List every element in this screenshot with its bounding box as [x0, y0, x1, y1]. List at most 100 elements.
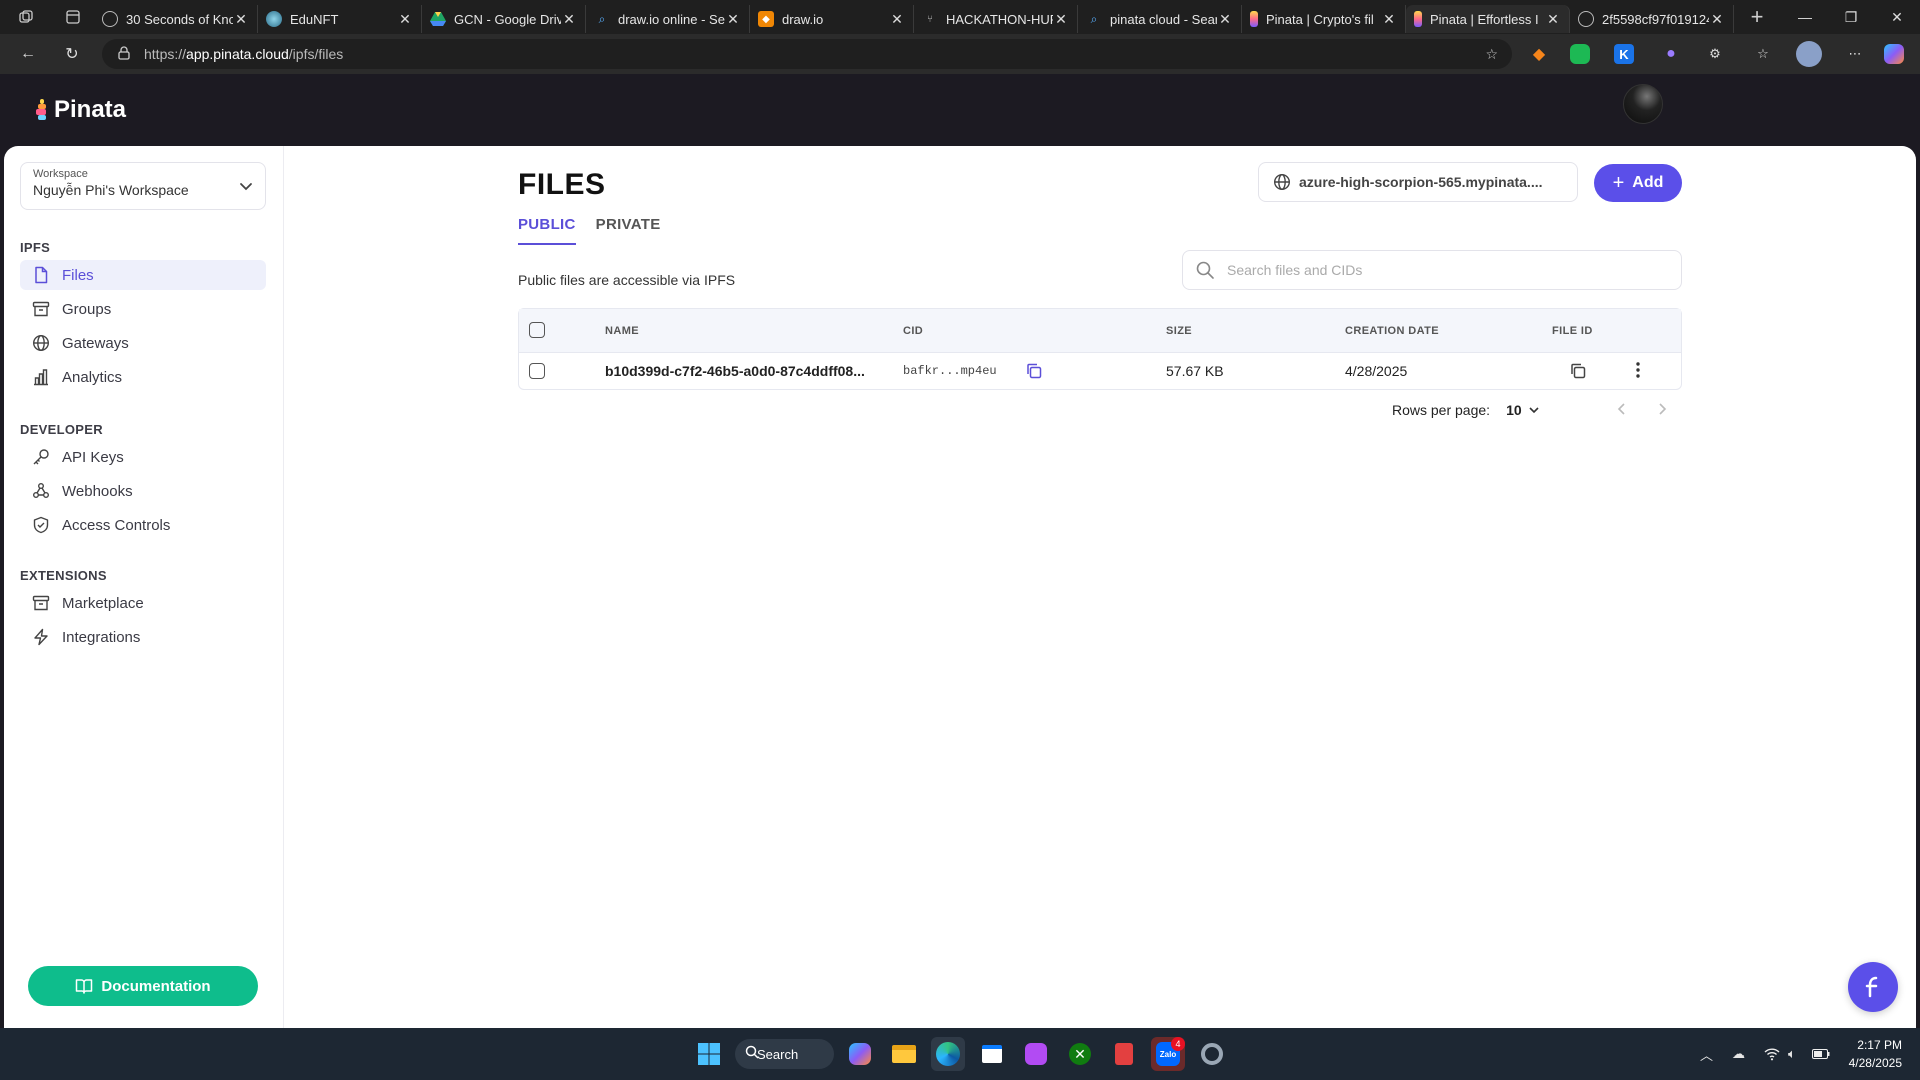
edge-browser-icon[interactable] [931, 1037, 965, 1071]
close-tab-icon[interactable]: ✕ [1217, 11, 1233, 28]
profile-icon[interactable] [1796, 41, 1822, 67]
taskbar-search[interactable]: Search [735, 1039, 834, 1069]
sidebar-item-groups[interactable]: Groups [20, 294, 266, 324]
close-tab-icon[interactable]: ✕ [561, 11, 577, 28]
close-window-icon[interactable]: ✕ [1874, 0, 1920, 34]
file-explorer-icon[interactable] [887, 1037, 921, 1071]
speaker-muted-icon[interactable]: 🔈︎ [1788, 1028, 1796, 1080]
pinata-icon [1250, 11, 1258, 27]
back-icon[interactable]: ← [10, 38, 46, 70]
close-tab-icon[interactable]: ✕ [889, 11, 905, 28]
search-input[interactable] [1227, 262, 1647, 278]
visibility-tabs: PUBLIC PRIVATE [518, 216, 681, 245]
wifi-icon[interactable] [1764, 1028, 1780, 1080]
browser-tab[interactable]: GCN - Google Driv ✕ [422, 5, 586, 33]
sidebar-item-webhooks[interactable]: Webhooks [20, 476, 266, 506]
browser-tab[interactable]: EduNFT ✕ [258, 5, 422, 33]
close-tab-icon[interactable]: ✕ [233, 11, 249, 28]
file-name[interactable]: b10d399d-c7f2-46b5-a0d0-87c4ddff08... [605, 363, 897, 379]
extension-purple-icon[interactable]: ● [1658, 41, 1684, 67]
metamask-extension-icon[interactable]: ◆ [1526, 41, 1552, 67]
favorite-star-icon[interactable]: ☆ [1485, 46, 1498, 63]
battery-icon[interactable] [1812, 1028, 1830, 1080]
sidebar-item-marketplace[interactable]: Marketplace [20, 588, 266, 618]
close-tab-icon[interactable]: ✕ [397, 11, 413, 28]
show-hidden-icons[interactable]: ︿ [1700, 1028, 1713, 1080]
close-tab-icon[interactable]: ✕ [1053, 11, 1069, 28]
onedrive-offline-icon[interactable]: ☁ [1732, 1028, 1745, 1080]
browser-tab[interactable]: ⑂ HACKATHON-HUF ✕ [914, 5, 1078, 33]
select-all-checkbox[interactable] [529, 322, 545, 338]
browser-tab[interactable]: 30 Seconds of Kno ✕ [94, 5, 258, 33]
more-options-icon[interactable]: ⋯ [1842, 41, 1868, 67]
column-header-size[interactable]: SIZE [1166, 325, 1192, 337]
more-vertical-icon[interactable] [1635, 361, 1641, 382]
copilot-icon[interactable] [1884, 44, 1904, 64]
close-tab-icon[interactable]: ✕ [1545, 11, 1561, 28]
extension-k-icon[interactable]: K [1614, 44, 1634, 64]
close-tab-icon[interactable]: ✕ [725, 11, 741, 28]
restore-icon[interactable]: ❐ [1828, 0, 1874, 34]
system-clock[interactable]: 2:17 PM 4/28/2025 [1849, 1036, 1902, 1072]
tab-private[interactable]: PRIVATE [596, 216, 661, 245]
xbox-icon[interactable]: ✕ [1063, 1037, 1097, 1071]
sidebar-item-files[interactable]: Files [20, 260, 266, 290]
workspaces-icon[interactable] [0, 0, 52, 34]
documentation-button[interactable]: Documentation [28, 966, 258, 1006]
windows-start-icon[interactable] [692, 1037, 726, 1071]
browser-tab[interactable]: ⌕ draw.io online - Se ✕ [586, 5, 750, 33]
add-button[interactable]: + Add [1594, 164, 1682, 202]
workspace-selector[interactable]: Workspace Nguyễn Phi's Workspace [20, 162, 266, 210]
search-box[interactable] [1182, 250, 1682, 290]
settings-icon[interactable] [1195, 1037, 1229, 1071]
rows-per-page-select[interactable]: 10 [1506, 402, 1522, 418]
new-tab-icon[interactable]: + [1740, 0, 1774, 34]
browser-tab-strip: 30 Seconds of Kno ✕ EduNFT ✕ GCN - Googl… [0, 0, 1920, 34]
search-icon [745, 1045, 759, 1062]
globe-icon [1273, 173, 1291, 191]
close-tab-icon[interactable]: ✕ [1381, 11, 1397, 28]
sidebar-item-api-keys[interactable]: API Keys [20, 442, 266, 472]
copy-file-id-icon[interactable] [1569, 362, 1587, 383]
gateway-selector[interactable]: azure-high-scorpion-565.mypinata.... [1258, 162, 1578, 202]
previous-page-icon[interactable] [1616, 402, 1628, 416]
zalo-icon[interactable]: Zalo 4 [1151, 1037, 1185, 1071]
column-header-name[interactable]: NAME [605, 325, 639, 337]
next-page-icon[interactable] [1656, 402, 1668, 416]
tab-public[interactable]: PUBLIC [518, 216, 576, 245]
browser-tab[interactable]: ◆ draw.io ✕ [750, 5, 914, 33]
section-title-developer: DEVELOPER [20, 422, 103, 437]
browser-tab[interactable]: 2f5598cf97f019124 ✕ [1570, 5, 1734, 33]
rows-per-page: Rows per page: 10 [1392, 402, 1540, 418]
sidebar-item-access-controls[interactable]: Access Controls [20, 510, 266, 540]
browser-tab[interactable]: Pinata | Crypto's fil ✕ [1242, 5, 1406, 33]
browser-tab[interactable]: ⌕ pinata cloud - Sear ✕ [1078, 5, 1242, 33]
chevron-down-icon [240, 183, 252, 191]
browser-tab-active[interactable]: Pinata | Effortless I ✕ [1406, 5, 1570, 33]
favorites-icon[interactable]: ☆ [1750, 41, 1776, 67]
support-chat-button[interactable] [1848, 962, 1898, 1012]
pdf-reader-icon[interactable] [1107, 1037, 1141, 1071]
close-tab-icon[interactable]: ✕ [1709, 11, 1725, 28]
sidebar-item-gateways[interactable]: Gateways [20, 328, 266, 358]
pinata-logo[interactable]: Pinata [36, 96, 126, 124]
sidebar-item-analytics[interactable]: Analytics [20, 362, 266, 392]
app-purple-icon[interactable] [1019, 1037, 1053, 1071]
vertical-tabs-icon[interactable] [52, 0, 94, 34]
row-checkbox[interactable] [529, 363, 545, 379]
file-size: 57.67 KB [1166, 363, 1224, 379]
user-avatar[interactable] [1623, 84, 1663, 124]
extensions-puzzle-icon[interactable]: ⚙ [1702, 41, 1728, 67]
copy-cid-icon[interactable] [1025, 362, 1043, 383]
refresh-icon[interactable]: ↻ [54, 38, 90, 70]
copilot-icon[interactable] [843, 1037, 877, 1071]
sidebar-item-integrations[interactable]: Integrations [20, 622, 266, 652]
search-icon: ⌕ [598, 11, 606, 26]
chevron-down-icon[interactable] [1528, 404, 1540, 416]
minimize-icon[interactable]: — [1782, 0, 1828, 34]
microsoft-store-icon[interactable] [975, 1037, 1009, 1071]
address-bar[interactable]: https://app.pinata.cloud/ipfs/files ☆ [102, 39, 1512, 69]
table-row[interactable]: b10d399d-c7f2-46b5-a0d0-87c4ddff08... ba… [519, 353, 1681, 389]
column-header-creation-date[interactable]: CREATION DATE [1345, 325, 1439, 337]
extension-green-icon[interactable] [1570, 44, 1590, 64]
